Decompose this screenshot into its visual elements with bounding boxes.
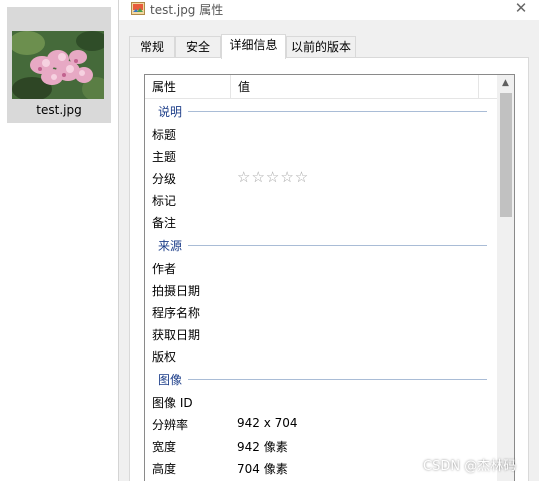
chevron-up-icon[interactable]: ▲	[497, 75, 514, 92]
tab-details[interactable]: 详细信息	[221, 34, 286, 59]
list-header: 属性 值	[145, 75, 497, 99]
group-header-origin: 来源	[145, 233, 497, 257]
list-row-copyright[interactable]: 版权	[145, 345, 497, 367]
properties-dialog: test.jpg 属性 ✕ 常规 安全 详细信息 以前的版本 属性 值 说明 标…	[118, 0, 539, 481]
list-rows: 说明 标题 主题 分级 ☆☆☆☆☆ 标记 备注 来源 作者 拍摄日期 程序名称 …	[145, 99, 497, 479]
watermark: CSDN @杰林码	[423, 459, 517, 474]
property-name: 版权	[152, 350, 177, 364]
property-name: 标记	[152, 194, 177, 208]
group-header-image: 图像	[145, 367, 497, 391]
list-row-authors[interactable]: 作者	[145, 257, 497, 279]
image-file-icon	[131, 2, 145, 15]
property-name: 获取日期	[152, 328, 201, 342]
list-row-image-id[interactable]: 图像 ID	[145, 391, 497, 413]
property-value[interactable]: 942 x 704	[237, 416, 298, 430]
property-name: 高度	[152, 462, 177, 476]
image-thumbnail	[12, 31, 104, 99]
tab-security[interactable]: 安全	[175, 36, 221, 58]
column-header-value[interactable]: 值	[231, 75, 479, 99]
group-label: 来源	[158, 237, 189, 254]
list-row-width[interactable]: 宽度 942 像素	[145, 435, 497, 457]
property-name: 图像 ID	[152, 396, 193, 410]
list-row-program-name[interactable]: 程序名称	[145, 301, 497, 323]
list-row-subject[interactable]: 主题	[145, 145, 497, 167]
property-name: 分级	[152, 172, 177, 186]
group-divider	[185, 245, 487, 246]
flower-thumbnail-image	[12, 31, 104, 99]
tab-previous-versions[interactable]: 以前的版本	[286, 36, 356, 58]
group-header-description: 说明	[145, 99, 497, 123]
property-name: 标题	[152, 128, 177, 142]
property-name: 备注	[152, 216, 177, 230]
list-row-title[interactable]: 标题	[145, 123, 497, 145]
tab-general[interactable]: 常规	[129, 36, 175, 58]
group-label: 图像	[158, 371, 189, 388]
close-icon: ✕	[514, 0, 528, 17]
screen: test.jpg test.jpg 属性 ✕ 常规 安全 详细信息 以前的版本	[0, 0, 539, 481]
list-row-tags[interactable]: 标记	[145, 189, 497, 211]
property-name: 分辨率	[152, 418, 189, 432]
column-header-property[interactable]: 属性	[145, 75, 231, 99]
details-list[interactable]: 属性 值 说明 标题 主题 分级 ☆☆☆☆☆ 标记 备注 来源 作者 拍摄日期 …	[144, 74, 515, 481]
rating-stars[interactable]: ☆☆☆☆☆	[237, 168, 309, 186]
vertical-scrollbar[interactable]: ▲	[497, 75, 514, 481]
property-name: 主题	[152, 150, 177, 164]
group-label: 说明	[158, 103, 189, 120]
list-row-date-taken[interactable]: 拍摄日期	[145, 279, 497, 301]
list-row-rating[interactable]: 分级 ☆☆☆☆☆	[145, 167, 497, 189]
property-name: 拍摄日期	[152, 284, 201, 298]
tab-strip: 常规 安全 详细信息 以前的版本	[129, 34, 539, 59]
property-name: 程序名称	[152, 306, 201, 320]
property-value[interactable]: 942 像素	[237, 438, 288, 455]
file-name-label: test.jpg	[36, 103, 82, 117]
property-value[interactable]: 704 像素	[237, 460, 288, 477]
dialog-title: test.jpg 属性	[150, 3, 224, 17]
list-row-date-acquired[interactable]: 获取日期	[145, 323, 497, 345]
list-row-comments[interactable]: 备注	[145, 211, 497, 233]
close-button[interactable]: ✕	[510, 0, 532, 18]
property-name: 宽度	[152, 440, 177, 454]
group-divider	[185, 111, 487, 112]
scrollbar-thumb[interactable]	[500, 93, 512, 217]
title-bar[interactable]: test.jpg 属性 ✕	[119, 0, 539, 20]
group-divider	[185, 379, 487, 380]
list-row-dimensions[interactable]: 分辨率 942 x 704	[145, 413, 497, 435]
file-item-test-jpg[interactable]: test.jpg	[7, 7, 111, 123]
details-panel: 属性 值 说明 标题 主题 分级 ☆☆☆☆☆ 标记 备注 来源 作者 拍摄日期 …	[129, 57, 529, 481]
property-name: 作者	[152, 262, 177, 276]
